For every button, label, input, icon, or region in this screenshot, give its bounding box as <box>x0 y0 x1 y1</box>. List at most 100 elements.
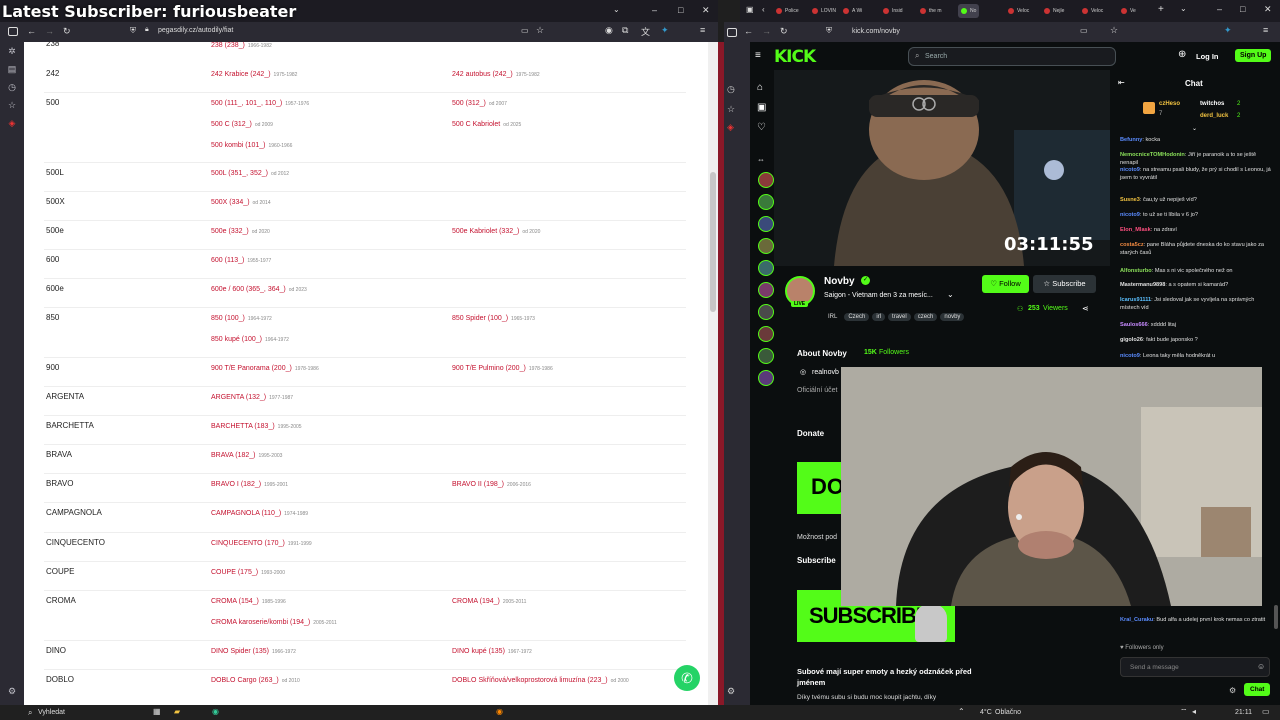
firefox-icon[interactable]: ◉ <box>496 707 503 716</box>
chevron-down-icon[interactable]: ⌄ <box>1192 125 1197 132</box>
forward-icon[interactable]: → <box>45 26 54 36</box>
kick-logo[interactable]: KICK <box>774 47 816 67</box>
pocket-icon[interactable]: ◈ <box>0 114 24 132</box>
chevron-down-icon[interactable]: ⌄ <box>947 290 954 299</box>
signup-button[interactable]: Sign Up <box>1235 49 1272 62</box>
model-variant-link[interactable]: 500L (351_, 352_) od 2012 <box>211 170 289 177</box>
stream-tag[interactable]: czech <box>913 313 938 321</box>
chat-username[interactable]: nicoto9 <box>1120 353 1140 359</box>
stream-tag[interactable]: IRL <box>824 313 841 321</box>
close-icon[interactable]: ✕ <box>702 5 710 16</box>
model-variant-link[interactable]: BARCHETTA (183_) 1995-2005 <box>211 423 302 430</box>
shield-icon[interactable]: ⛨ <box>130 26 136 36</box>
share-icon[interactable]: ⋖ <box>1082 304 1089 313</box>
chat-username[interactable]: nicoto9 <box>1120 167 1140 173</box>
forward-icon[interactable]: → <box>762 26 771 36</box>
channel-avatar[interactable] <box>758 238 774 254</box>
chat-username[interactable]: Icarus91111 <box>1120 297 1151 303</box>
browser-tab[interactable]: the m <box>920 4 942 18</box>
channel-avatar[interactable] <box>758 216 774 232</box>
taskbar-search-box[interactable]: Vyhledat <box>38 709 65 716</box>
channel-avatar[interactable] <box>758 370 774 386</box>
model-variant-link[interactable]: BRAVA (182_) 1995-2003 <box>211 452 282 459</box>
model-variant-link[interactable]: 500e Kabriolet (332_) od 2020 <box>452 228 540 235</box>
model-variant-link[interactable]: 242 autobus (242_) 1975-1982 <box>452 71 540 78</box>
channel-avatar[interactable] <box>758 326 774 342</box>
notifications-icon[interactable]: ▭ <box>1262 707 1270 716</box>
model-variant-link[interactable]: BRAVO II (198_) 2006-2016 <box>452 481 531 488</box>
chat-username[interactable]: Mastermanu9898 <box>1120 282 1165 288</box>
model-variant-link[interactable]: 600 (113_) 1955-1977 <box>211 257 271 264</box>
chat-username[interactable]: nicoto9 <box>1120 212 1140 218</box>
login-button[interactable]: Log In <box>1196 52 1219 61</box>
browser-tab[interactable]: Nejle <box>1044 4 1064 18</box>
subscribe-button[interactable]: ☆ Subscribe <box>1033 275 1096 293</box>
start-search-icon[interactable]: ⌕ <box>28 708 32 718</box>
channel-avatar[interactable] <box>758 304 774 320</box>
channel-avatar[interactable] <box>758 260 774 276</box>
search-input[interactable]: ⌕ Search <box>908 47 1116 66</box>
browser-tab[interactable]: Ve <box>1121 4 1136 18</box>
browser-icon[interactable]: ◉ <box>212 707 219 716</box>
collapse-chat-icon[interactable]: ⇤ <box>1118 78 1125 87</box>
donate-banner[interactable]: DO <box>797 462 844 514</box>
history-icon[interactable]: ◷ <box>0 78 24 96</box>
chat-username[interactable]: Elon_Mlask <box>1120 227 1151 233</box>
extensions-icon[interactable]: ⧉ <box>622 25 628 36</box>
instagram-link[interactable]: realnovb <box>812 369 839 376</box>
model-variant-link[interactable]: 850 (100_) 1964-1972 <box>211 315 272 322</box>
model-variant-link[interactable]: 500 kombi (101_) 1960-1966 <box>211 142 292 149</box>
model-variant-link[interactable]: CROMA karoserie/kombi (194_) 2005-2011 <box>211 619 337 626</box>
tab-list-chevron-icon[interactable]: ⌄ <box>1180 4 1187 13</box>
back-icon[interactable]: ← <box>744 26 753 36</box>
downloads-icon[interactable]: ▤ <box>0 60 24 78</box>
extension-icon[interactable]: ✦ <box>661 25 669 36</box>
browser-tab[interactable]: No <box>958 4 980 18</box>
channel-avatar[interactable] <box>758 194 774 210</box>
streamer-name[interactable]: Novby <box>824 276 855 287</box>
model-variant-link[interactable]: 500e (332_) od 2020 <box>211 228 270 235</box>
stream-tag[interactable]: travel <box>888 313 911 321</box>
browser-tab[interactable]: A Wi <box>843 4 862 18</box>
channel-avatar[interactable] <box>758 348 774 364</box>
model-variant-link[interactable]: 850 kupé (100_) 1964-1972 <box>211 336 289 343</box>
account-icon[interactable]: ◉ <box>605 25 613 36</box>
chat-username[interactable]: Saulos666 <box>1120 322 1148 328</box>
chat-send-button[interactable]: Chat <box>1244 683 1271 696</box>
chat-message-input[interactable]: Send a message ☺ <box>1120 657 1270 677</box>
browser-tab[interactable]: LOVIN <box>812 4 836 18</box>
follow-button[interactable]: ♡ Follow <box>982 275 1029 293</box>
model-variant-link[interactable]: DOBLO Cargo (263_) od 2010 <box>211 677 300 684</box>
channel-avatar[interactable] <box>758 172 774 188</box>
settings-icon[interactable]: ⚙ <box>0 682 24 700</box>
network-icon[interactable]: ⌔ <box>1180 707 1188 717</box>
maximize-icon[interactable]: □ <box>1240 4 1245 14</box>
file-explorer-icon[interactable]: ▰ <box>174 707 180 716</box>
stream-tag[interactable]: Czech <box>844 313 870 321</box>
bookmark-star-icon[interactable]: ☆ <box>1110 25 1118 36</box>
menu-icon[interactable]: ≡ <box>1263 25 1268 35</box>
browse-icon[interactable]: ▣ <box>757 102 766 113</box>
reload-icon[interactable]: ↻ <box>780 26 788 37</box>
minimize-icon[interactable]: – <box>652 5 657 15</box>
translate-icon[interactable]: 文 <box>641 25 650 38</box>
channel-avatar[interactable] <box>758 282 774 298</box>
settings-icon[interactable]: ⚙ <box>727 686 735 697</box>
menu-icon[interactable]: ≡ <box>700 25 705 35</box>
model-variant-link[interactable]: 500 C Kabriolet od 2025 <box>452 121 521 128</box>
star-icon[interactable]: ☆ <box>0 96 24 114</box>
browser-tab[interactable]: Insid <box>883 4 903 18</box>
reader-view-icon[interactable]: ▭ <box>521 26 529 35</box>
tab-list-icon[interactable]: ▣ <box>746 5 754 14</box>
globe-icon[interactable]: ⊕ <box>1178 49 1186 60</box>
home-icon[interactable]: ⌂ <box>757 82 763 93</box>
model-variant-link[interactable]: DINO Spider (135) 1966-1972 <box>211 648 296 655</box>
model-variant-link[interactable]: COUPE (175_) 1993-2000 <box>211 569 285 576</box>
browser-tab[interactable]: Veloc <box>1008 4 1029 18</box>
model-variant-link[interactable]: DINO kupé (135) 1967-1972 <box>452 648 532 655</box>
chat-username[interactable]: Befunny <box>1120 137 1142 143</box>
chat-settings-icon[interactable]: ⚙ <box>1229 686 1236 695</box>
sidebar-toggle-icon[interactable] <box>727 28 737 37</box>
chat-username[interactable]: NemocniceTOMHodonin <box>1120 152 1185 158</box>
maximize-icon[interactable]: □ <box>678 5 683 15</box>
